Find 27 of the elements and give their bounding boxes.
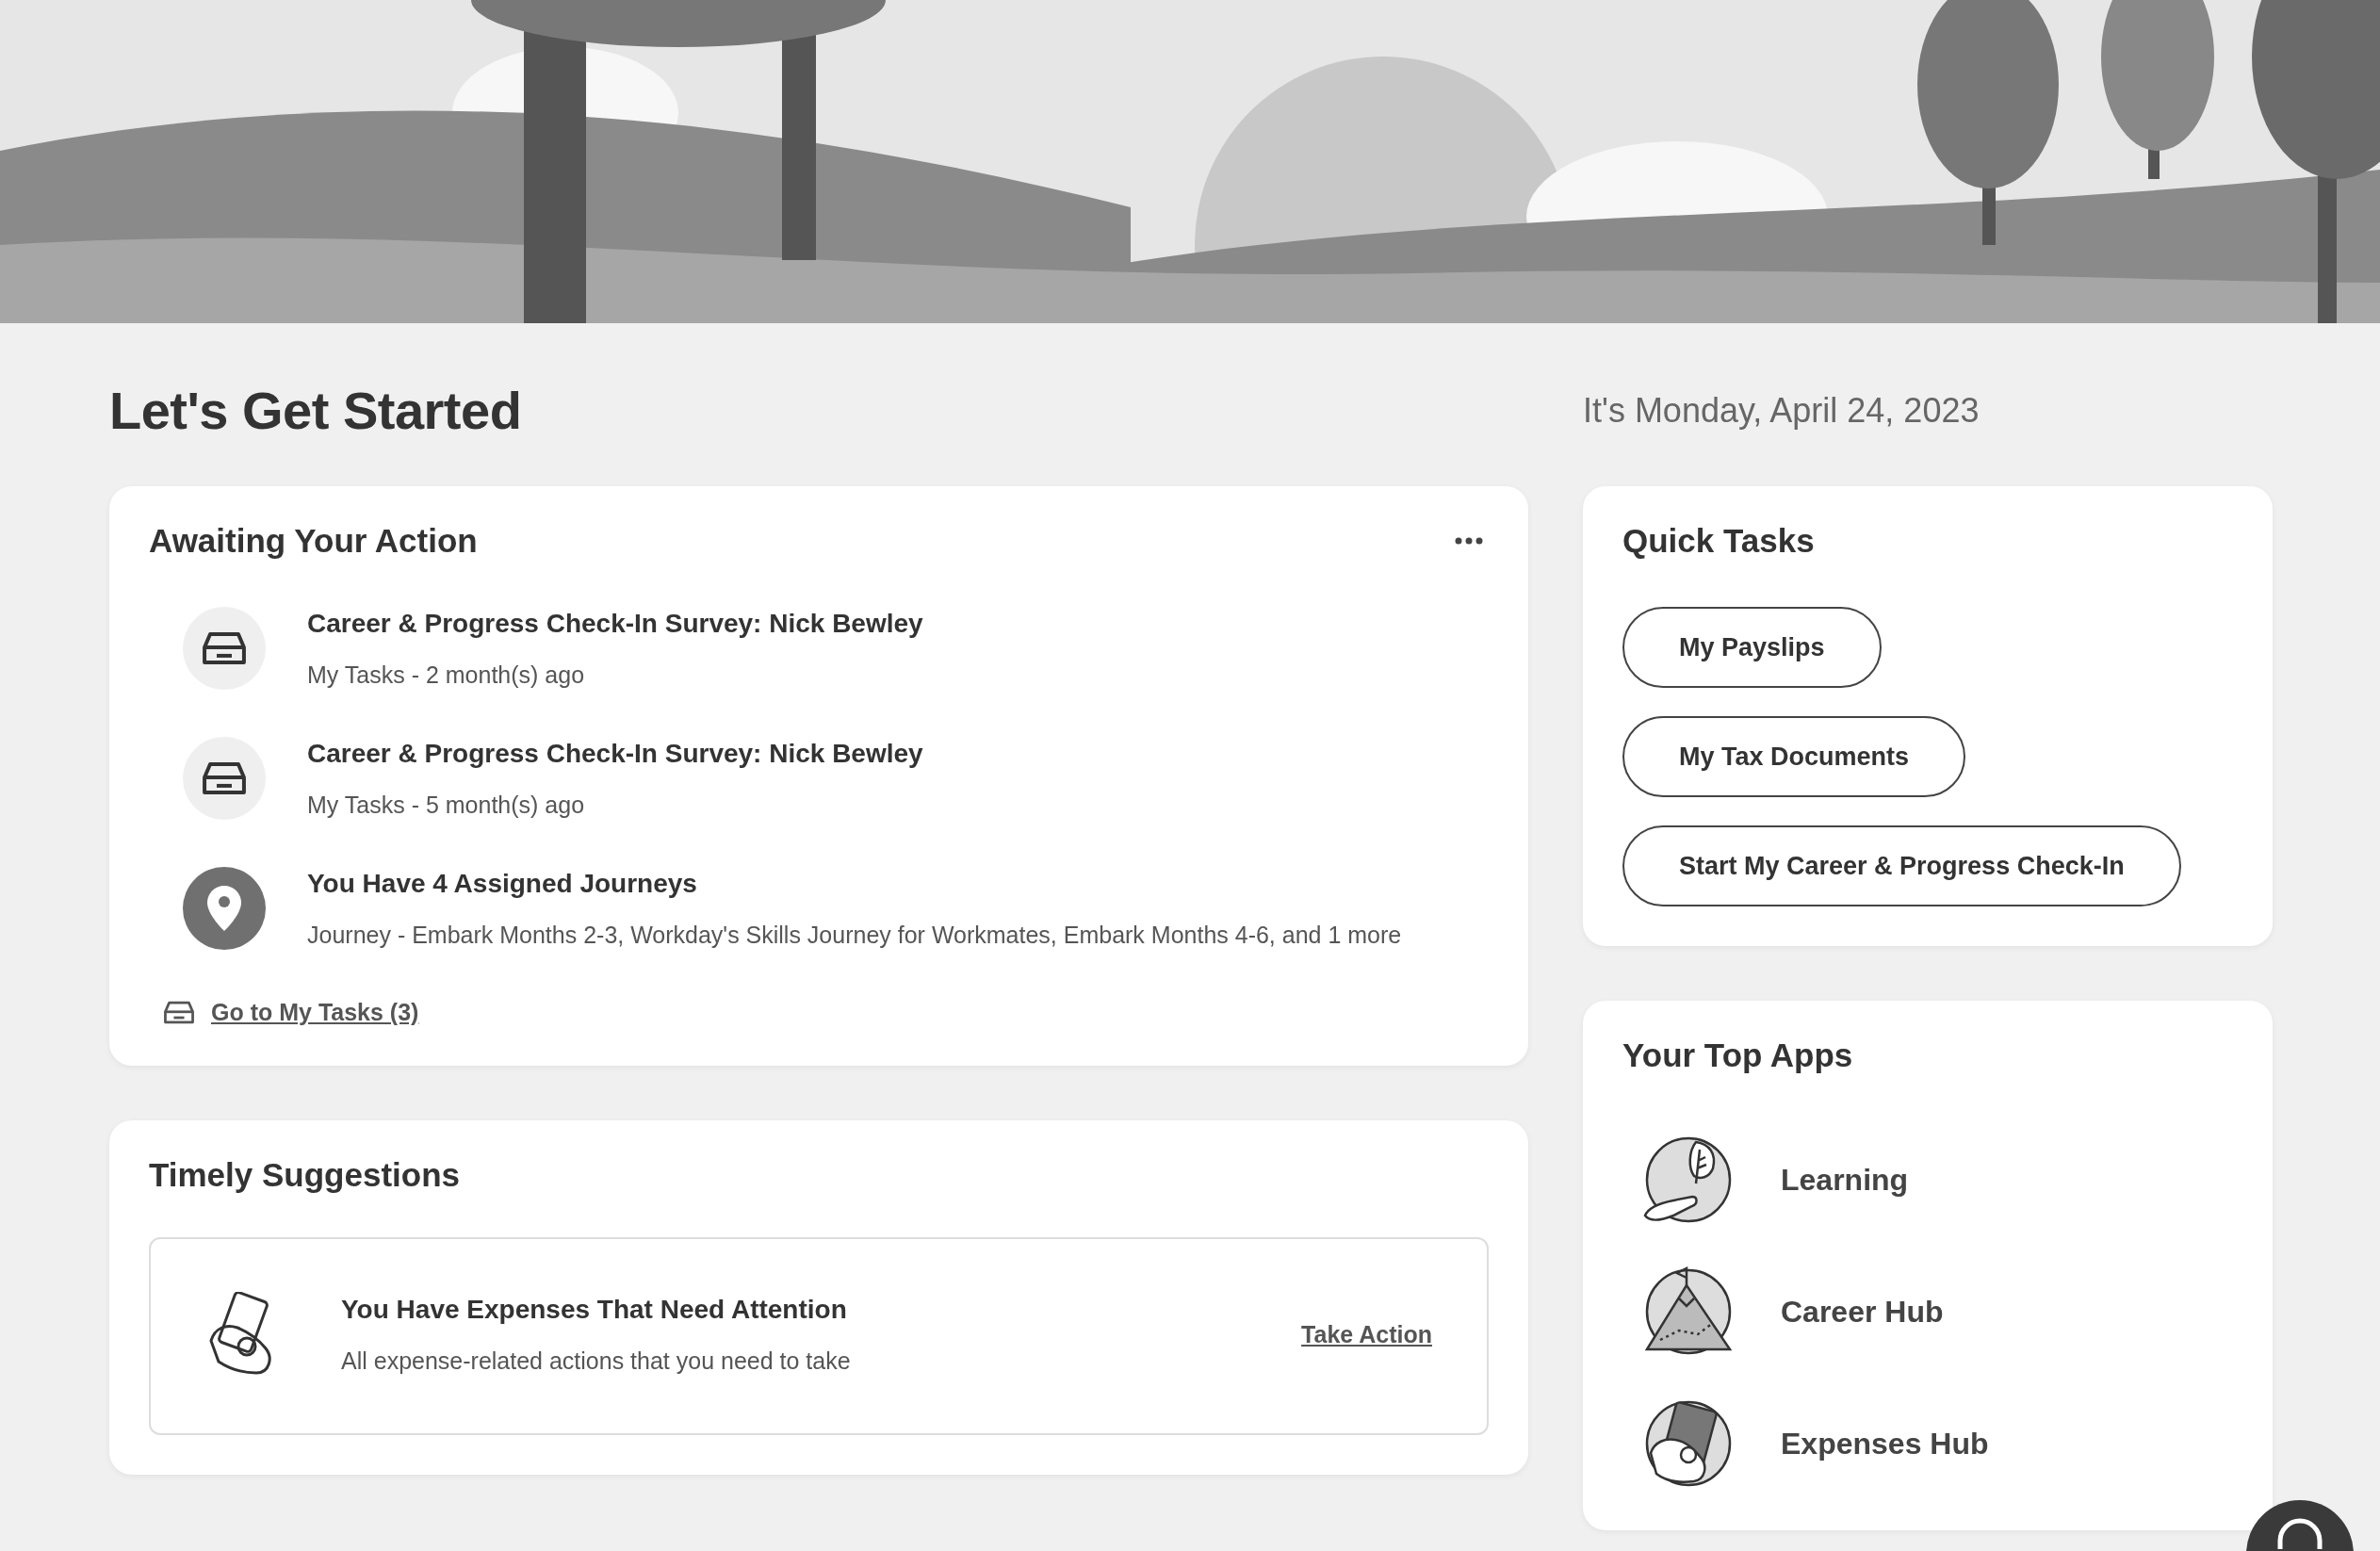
suggestion-description: All expense-related actions that you need to take bbox=[341, 1347, 852, 1375]
task-title-link[interactable]: You Have 4 Assigned Journeys bbox=[307, 869, 1402, 899]
quick-task-button[interactable]: My Payslips bbox=[1622, 607, 1882, 688]
inbox-tray-icon bbox=[164, 1001, 194, 1024]
app-link[interactable]: Expenses Hub bbox=[1641, 1396, 2233, 1491]
task-title-link[interactable]: Career & Progress Check-In Survey: Nick Bewley bbox=[307, 609, 923, 639]
task-title-link[interactable]: Career & Progress Check-In Survey: Nick Bewley bbox=[307, 739, 923, 769]
card-title: Quick Tasks bbox=[1622, 522, 1816, 560]
quick-task-button[interactable]: My Tax Documents bbox=[1622, 716, 1966, 797]
location-pin-icon bbox=[205, 884, 243, 933]
go-to-tasks-link[interactable]: Go to My Tasks (3) bbox=[211, 999, 419, 1026]
date-text: It's Monday, April 24, 2023 bbox=[1583, 390, 1981, 431]
card-title: Your Top Apps bbox=[1622, 1037, 1854, 1074]
card-title: Awaiting Your Action bbox=[149, 522, 478, 560]
app-link[interactable]: Career Hub bbox=[1641, 1265, 2233, 1359]
task-subtitle: Journey - Embark Months 2-3, Workday's Skills Journey for Workmates, Embark Months 4-6, and 1 more bbox=[307, 922, 1402, 949]
suggestion-title: You Have Expenses That Need Attention bbox=[341, 1294, 848, 1325]
app-link[interactable]: Learning bbox=[1641, 1133, 2233, 1227]
task-subtitle: My Tasks - 5 month(s) ago bbox=[307, 792, 586, 819]
page-title: Let's Get Started bbox=[109, 380, 523, 441]
inbox-tray-icon bbox=[203, 631, 246, 665]
task-subtitle: My Tasks - 2 month(s) ago bbox=[307, 661, 586, 689]
inbox-tray-icon bbox=[203, 761, 246, 795]
ellipsis-icon bbox=[1455, 537, 1483, 545]
quick-task-button[interactable]: Start My Career & Progress Check-In bbox=[1622, 825, 2181, 906]
card-title: Timely Suggestions bbox=[149, 1156, 461, 1194]
take-action-link[interactable]: Take Action bbox=[1301, 1320, 1432, 1348]
